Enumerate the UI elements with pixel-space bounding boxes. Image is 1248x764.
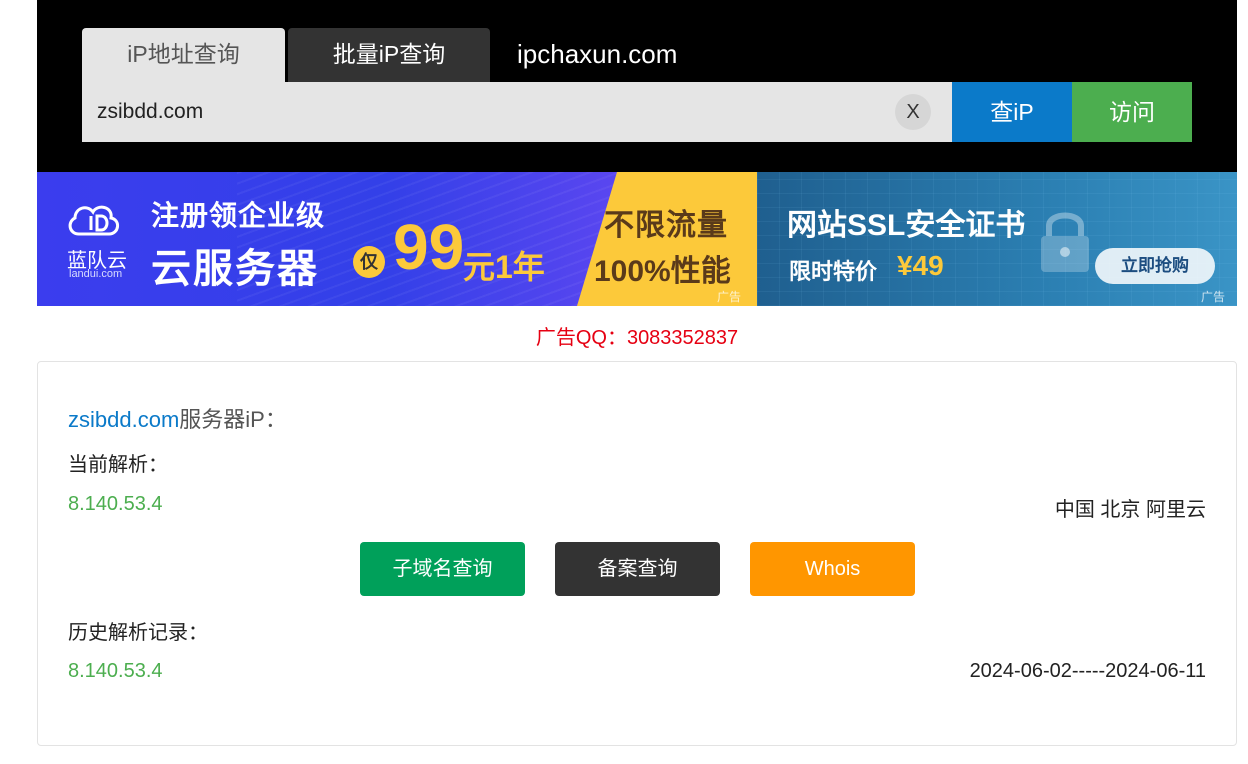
ssl-promo: 限时特价 bbox=[789, 259, 878, 284]
only-badge: 仅 bbox=[353, 246, 385, 278]
history-ip[interactable]: 8.140.53.4 bbox=[68, 660, 163, 683]
current-resolution-label: 当前解析： bbox=[68, 454, 168, 476]
banner-price: 99 bbox=[393, 211, 465, 283]
clear-search-button[interactable]: X bbox=[895, 94, 931, 130]
history-date-range: 2024-06-02-----2024-06-11 bbox=[969, 660, 1206, 682]
banner-headline: 注册领企业级 bbox=[151, 200, 326, 231]
ad-label-2: 广告 bbox=[1201, 290, 1226, 304]
banner-product: 云服务器 bbox=[151, 247, 319, 291]
query-ip-button[interactable]: 查iP bbox=[952, 82, 1072, 142]
grab-now-button[interactable]: 立即抢购 bbox=[1095, 248, 1215, 284]
search-input[interactable] bbox=[82, 82, 882, 142]
search-box: X bbox=[82, 82, 952, 142]
icp-query-button[interactable]: 备案查询 bbox=[555, 542, 720, 596]
brand-url: landui.com bbox=[69, 268, 123, 280]
lock-icon bbox=[1041, 212, 1089, 272]
header-bar: iP地址查询 批量iP查询 ipchaxun.com X 查iP 访问 bbox=[37, 0, 1237, 172]
result-domain: zsibdd.com bbox=[68, 407, 180, 432]
subdomain-query-button[interactable]: 子域名查询 bbox=[360, 542, 525, 596]
whois-button[interactable]: Whois bbox=[750, 542, 915, 596]
tab-ip-query[interactable]: iP地址查询 bbox=[82, 28, 285, 82]
unlimited-traffic-text: 不限流量 bbox=[604, 209, 728, 242]
ad-label: 广告 bbox=[717, 290, 742, 304]
site-name: ipchaxun.com bbox=[517, 39, 678, 69]
visit-button[interactable]: 访问 bbox=[1072, 82, 1192, 142]
performance-text: 100%性能 bbox=[594, 255, 731, 288]
ad-qq-contact: 广告QQ：3083352837 bbox=[535, 327, 739, 349]
result-panel: zsibdd.com服务器iP： 当前解析： 8.140.53.4 中国 北京 … bbox=[37, 361, 1237, 746]
result-title: zsibdd.com服务器iP： bbox=[68, 402, 287, 434]
cloud-logo-icon bbox=[68, 205, 119, 236]
ad-banner[interactable]: 蓝队云 landui.com 注册领企业级 云服务器 仅 99 元1年 不限流量… bbox=[37, 172, 1237, 306]
tab-batch-ip-query[interactable]: 批量iP查询 bbox=[288, 28, 490, 82]
current-location: 中国 北京 阿里云 bbox=[1054, 499, 1206, 521]
result-title-suffix: 服务器iP： bbox=[179, 407, 287, 432]
ssl-title: 网站SSL安全证书 bbox=[787, 209, 1026, 242]
history-label: 历史解析记录： bbox=[68, 622, 208, 644]
banner-price-unit: 元1年 bbox=[463, 249, 545, 285]
ssl-price: ¥49 bbox=[897, 250, 944, 281]
current-ip[interactable]: 8.140.53.4 bbox=[68, 493, 163, 516]
